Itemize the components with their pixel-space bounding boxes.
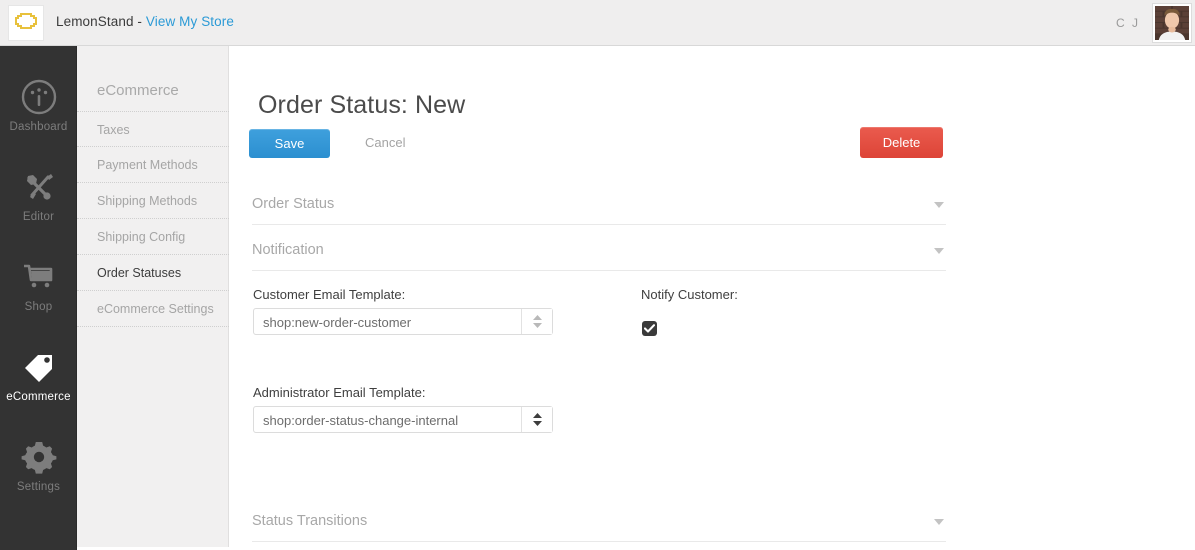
sidebar-item-label: Dashboard	[9, 121, 68, 133]
top-header-bar: LemonStand - View My Store C J	[0, 0, 1195, 46]
lemonstand-logo-icon	[15, 12, 37, 35]
primary-sidebar: Dashboard Editor Shop eCommerce Settings	[0, 46, 77, 550]
secondary-sidebar: eCommerce Taxes Payment Methods Shipping…	[77, 46, 229, 547]
section-title: Status Transitions	[252, 513, 368, 529]
sidebar-item-payment-methods[interactable]: Payment Methods	[77, 147, 229, 183]
cancel-button[interactable]: Cancel	[365, 135, 405, 150]
check-icon	[644, 324, 655, 333]
page-title: Order Status: New	[258, 90, 466, 119]
view-my-store-link[interactable]: View My Store	[146, 14, 234, 29]
section-title: Notification	[252, 242, 324, 258]
brand-title: LemonStand - View My Store	[56, 14, 234, 29]
tag-icon	[0, 346, 77, 388]
sidebar-item-settings[interactable]: Settings	[0, 436, 77, 493]
customer-email-template-label: Customer Email Template:	[253, 287, 406, 302]
notify-customer-label: Notify Customer:	[641, 287, 738, 302]
cart-icon	[0, 256, 77, 298]
administrator-email-template-value: shop:order-status-change-internal	[263, 413, 459, 428]
administrator-email-template-label: Administrator Email Template:	[253, 385, 426, 400]
main-content: Order Status: New Save Cancel Delete Ord…	[230, 46, 1195, 550]
chevron-down-icon	[934, 202, 944, 208]
section-title: Order Status	[252, 196, 335, 212]
user-initials: C J	[1116, 16, 1140, 30]
gear-icon	[0, 436, 77, 478]
customer-email-template-value: shop:new-order-customer	[263, 315, 412, 330]
sidebar-item-order-statuses[interactable]: Order Statuses	[77, 255, 229, 291]
section-order-status[interactable]: Order Status	[252, 188, 946, 225]
administrator-email-template-select[interactable]: shop:order-status-change-internal	[253, 406, 553, 433]
sidebar-item-shop[interactable]: Shop	[0, 256, 77, 313]
section-notification[interactable]: Notification	[252, 234, 946, 271]
brand-name: LemonStand -	[56, 14, 143, 29]
secondary-sidebar-list: Taxes Payment Methods Shipping Methods S…	[77, 111, 229, 327]
delete-button[interactable]: Delete	[860, 127, 943, 158]
notify-customer-checkbox[interactable]	[642, 321, 657, 336]
sidebar-item-dashboard[interactable]: Dashboard	[0, 76, 77, 133]
chevron-down-icon	[934, 248, 944, 254]
avatar-image	[1155, 6, 1189, 40]
gauge-icon	[0, 76, 77, 118]
section-status-transitions[interactable]: Status Transitions	[252, 505, 946, 542]
chevron-down-icon	[934, 519, 944, 525]
sidebar-item-label: eCommerce	[6, 391, 71, 403]
stepper-arrows-icon[interactable]	[521, 407, 552, 432]
sidebar-item-editor[interactable]: Editor	[0, 166, 77, 223]
sidebar-item-taxes[interactable]: Taxes	[77, 111, 229, 147]
secondary-sidebar-title: eCommerce	[97, 82, 179, 99]
save-button[interactable]: Save	[249, 129, 330, 158]
sidebar-item-label: Settings	[16, 481, 61, 493]
sidebar-item-shipping-config[interactable]: Shipping Config	[77, 219, 229, 255]
tools-icon	[0, 166, 77, 208]
stepper-arrows-icon[interactable]	[521, 309, 552, 334]
sidebar-item-ecommerce-settings[interactable]: eCommerce Settings	[77, 291, 229, 327]
sidebar-item-shipping-methods[interactable]: Shipping Methods	[77, 183, 229, 219]
sidebar-item-label: Shop	[24, 301, 53, 313]
sidebar-item-label: Editor	[22, 211, 55, 223]
sidebar-item-ecommerce[interactable]: eCommerce	[0, 346, 77, 403]
app-logo[interactable]	[8, 5, 44, 41]
avatar[interactable]	[1152, 3, 1192, 43]
customer-email-template-select[interactable]: shop:new-order-customer	[253, 308, 553, 335]
